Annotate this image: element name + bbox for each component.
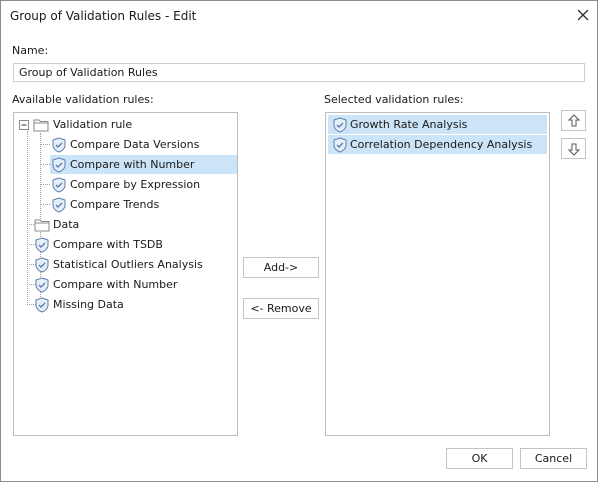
tree-item-label: Compare by Expression xyxy=(70,178,201,191)
tree-item-compare-with-number[interactable]: Compare with Number xyxy=(33,275,237,294)
available-rules-label: Available validation rules: xyxy=(12,93,154,106)
shield-icon xyxy=(52,177,66,193)
ok-button[interactable]: OK xyxy=(446,448,513,469)
shield-icon xyxy=(333,117,347,133)
collapse-icon[interactable] xyxy=(19,116,29,134)
shield-icon xyxy=(52,157,66,173)
arrow-up-icon xyxy=(567,114,581,127)
add-button[interactable]: Add-> xyxy=(243,257,319,278)
shield-icon xyxy=(35,277,49,293)
remove-button[interactable]: <- Remove xyxy=(243,298,319,319)
move-up-button[interactable] xyxy=(561,110,586,131)
tree-group-label: Validation rule xyxy=(53,118,133,131)
tree-item-label: Compare Trends xyxy=(70,198,160,211)
shield-icon xyxy=(35,297,49,313)
shield-icon xyxy=(35,257,49,273)
tree-item-label: Statistical Outliers Analysis xyxy=(53,258,203,271)
folder-icon xyxy=(33,119,49,132)
tree-item-compare-trends[interactable]: Compare Trends xyxy=(50,195,237,214)
dialog-window: Group of Validation Rules - Edit Name: G… xyxy=(0,0,598,482)
tree-item-missing-data[interactable]: Missing Data xyxy=(33,295,237,314)
cancel-button[interactable]: Cancel xyxy=(520,448,587,469)
name-field[interactable]: Group of Validation Rules xyxy=(13,63,585,82)
tree-line xyxy=(40,204,50,205)
tree-item-data[interactable]: Data xyxy=(33,215,237,234)
window-title: Group of Validation Rules - Edit xyxy=(10,9,197,23)
tree-item-label: Compare Data Versions xyxy=(70,138,200,151)
shield-icon xyxy=(52,137,66,153)
tree-item-label: Data xyxy=(53,218,80,231)
selected-rules-list[interactable]: Growth Rate Analysis Correlation Depende… xyxy=(325,112,550,436)
tree-line xyxy=(40,184,50,185)
tree-item-label: Missing Data xyxy=(53,298,124,311)
shield-icon xyxy=(35,237,49,253)
name-label: Name: xyxy=(12,44,49,57)
arrow-down-icon xyxy=(567,143,581,156)
shield-icon xyxy=(52,197,66,213)
available-rules-tree[interactable]: Validation rule Compare Data Versions Co… xyxy=(13,112,238,436)
tree-item-statistical-outliers-analysis[interactable]: Statistical Outliers Analysis xyxy=(33,255,237,274)
shield-icon xyxy=(333,137,347,153)
tree-item-compare-by-expression[interactable]: Compare by Expression xyxy=(50,175,237,194)
tree-group-validation-rule[interactable]: Validation rule xyxy=(19,115,234,134)
selected-item-label: Growth Rate Analysis xyxy=(350,118,468,131)
selected-item-correlation-dependency-analysis[interactable]: Correlation Dependency Analysis xyxy=(328,135,547,154)
tree-item-compare-data-versions[interactable]: Compare Data Versions xyxy=(50,135,237,154)
tree-item-compare-with-tsdb[interactable]: Compare with TSDB xyxy=(33,235,237,254)
tree-item-label: Compare with Number xyxy=(53,278,178,291)
tree-item-label: Compare with Number xyxy=(70,158,195,171)
folder-icon xyxy=(34,219,50,232)
selected-item-label: Correlation Dependency Analysis xyxy=(350,138,533,151)
tree-line xyxy=(40,164,50,165)
tree-item-label: Compare with TSDB xyxy=(53,238,163,251)
tree-line xyxy=(40,144,50,145)
tree-line xyxy=(27,131,28,305)
move-down-button[interactable] xyxy=(561,138,586,159)
close-icon[interactable] xyxy=(571,4,595,26)
selected-item-growth-rate-analysis[interactable]: Growth Rate Analysis xyxy=(328,115,547,134)
tree-item-compare-with-number-selected[interactable]: Compare with Number xyxy=(50,155,237,174)
selected-rules-label: Selected validation rules: xyxy=(324,93,464,106)
